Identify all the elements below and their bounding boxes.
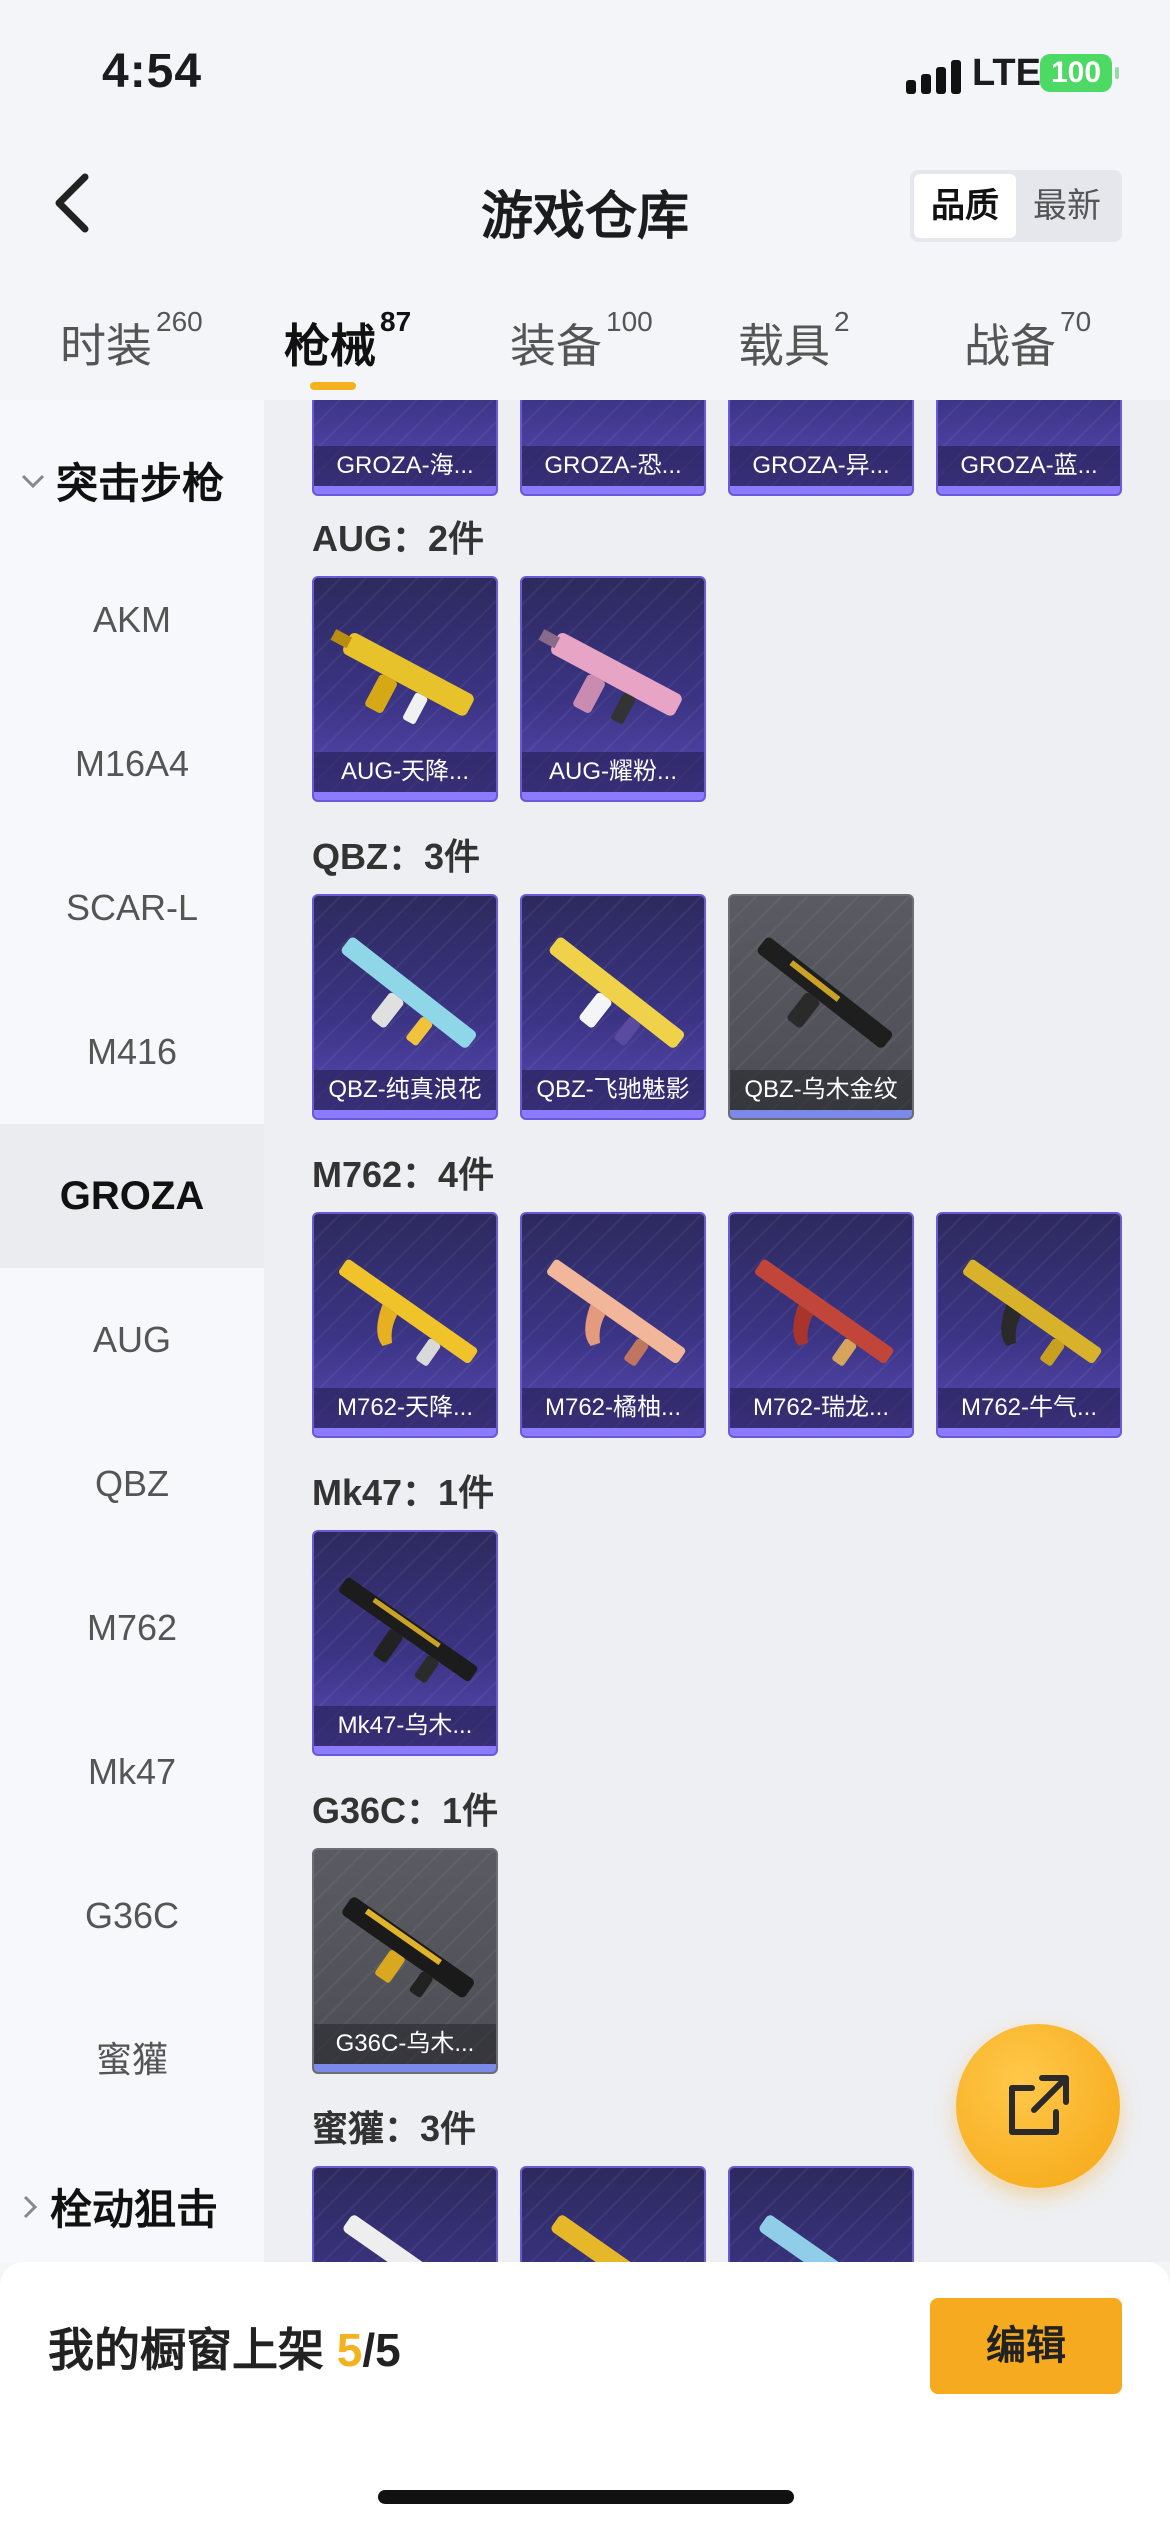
weapon-card[interactable]: M762-天降... — [312, 1212, 498, 1438]
section-label-mk47: Mk47：1件 — [312, 1472, 495, 1513]
rifle-icon — [759, 2215, 890, 2262]
sidebar-item-g36c[interactable]: G36C — [0, 1844, 264, 1988]
section-label-g36c: G36C：1件 — [312, 1790, 499, 1831]
weapon-card[interactable]: M762-牛气... — [936, 1212, 1122, 1438]
sidebar-item-qbz[interactable]: QBZ — [0, 1412, 264, 1556]
network-type: LTE — [972, 52, 1041, 94]
sidebar-item-groza[interactable]: GROZA — [0, 1124, 264, 1268]
weapon-card[interactable]: GROZA-海... — [312, 400, 498, 496]
weapon-card[interactable]: GROZA-恐... — [520, 400, 706, 496]
weapon-card[interactable]: QBZ-飞驰魅影 — [520, 894, 706, 1120]
weapon-card[interactable] — [520, 2166, 706, 2262]
rifle-icon — [339, 1259, 478, 1366]
sidebar-group-assault[interactable]: 突击步枪 — [20, 450, 224, 511]
weapon-card[interactable]: G36C-乌木... — [312, 1848, 498, 2074]
section-label-m762: M762：4件 — [312, 1154, 495, 1195]
section-label-aug: AUG：2件 — [312, 518, 485, 559]
sidebar-item-m16a4[interactable]: M16A4 — [0, 692, 264, 836]
weapon-card[interactable]: GROZA-异... — [728, 400, 914, 496]
home-indicator — [378, 2490, 794, 2504]
rifle-icon — [757, 937, 893, 1048]
rifle-icon — [341, 937, 477, 1048]
weapon-grid: GROZA-海... GROZA-恐... GROZA-异... GROZA-蓝… — [264, 400, 1170, 2262]
sidebar-item-akm[interactable]: AKM — [0, 548, 264, 692]
rifle-icon — [538, 629, 682, 724]
rifle-icon — [551, 2215, 682, 2262]
showcase-count: 5 — [336, 2324, 363, 2376]
active-tab-indicator — [310, 382, 356, 390]
weapon-card[interactable]: GROZA-蓝... — [936, 400, 1122, 496]
battery-icon: 100 — [1040, 54, 1119, 92]
rifle-icon — [342, 1897, 474, 1998]
sidebar-item-m762[interactable]: M762 — [0, 1556, 264, 1700]
chevron-down-icon — [21, 474, 45, 488]
signal-icon — [906, 58, 962, 94]
weapon-sidebar: 突击步枪 AKM M16A4 SCAR-L M416 GROZA AUG QBZ… — [0, 400, 264, 2262]
status-time: 4:54 — [102, 45, 203, 98]
sidebar-group-sniper[interactable]: 栓动狙击 — [20, 2176, 218, 2237]
weapon-card[interactable]: M762-瑞龙... — [728, 1212, 914, 1438]
sort-quality-button[interactable]: 品质 — [914, 174, 1016, 238]
weapon-card[interactable]: M762-橘柚... — [520, 1212, 706, 1438]
sidebar-item-aug[interactable]: AUG — [0, 1268, 264, 1412]
rifle-icon — [343, 2215, 474, 2262]
sidebar-item-mk47[interactable]: Mk47 — [0, 1700, 264, 1844]
sort-toggle: 品质 最新 — [910, 170, 1122, 242]
sidebar-item-scar-l[interactable]: SCAR-L — [0, 836, 264, 980]
weapon-card[interactable] — [312, 2166, 498, 2262]
weapon-card[interactable]: AUG-耀粉... — [520, 576, 706, 802]
sidebar-item-honey-badger[interactable]: 蜜獾 — [0, 1988, 264, 2132]
share-button[interactable] — [956, 2024, 1120, 2188]
weapon-card[interactable]: QBZ-乌木金纹 — [728, 894, 914, 1120]
rifle-icon — [547, 1259, 686, 1366]
tab-guns[interactable]: 枪械 87 — [284, 306, 411, 376]
rifle-icon — [963, 1259, 1102, 1366]
tab-supplies[interactable]: 战备 70 — [964, 306, 1091, 376]
sort-newest-button[interactable]: 最新 — [1016, 174, 1118, 238]
section-label-qbz: QBZ：3件 — [312, 836, 481, 877]
weapon-card[interactable] — [728, 2166, 914, 2262]
status-bar: 4:54 LTE 100 — [0, 0, 1170, 140]
sidebar-item-m416[interactable]: M416 — [0, 980, 264, 1124]
rifle-icon — [755, 1259, 894, 1366]
category-tabs: 时装 260 枪械 87 装备 100 载具 2 战备 70 — [0, 290, 1170, 400]
weapon-card[interactable]: AUG-天降... — [312, 576, 498, 802]
section-label-honey-badger: 蜜獾：3件 — [312, 2108, 477, 2149]
chevron-right-icon — [23, 2195, 38, 2218]
header: 游戏仓库 品质 最新 — [0, 140, 1170, 270]
tab-fashion[interactable]: 时装 260 — [60, 306, 203, 376]
tab-equipment[interactable]: 装备 100 — [510, 306, 653, 376]
share-icon — [1009, 2075, 1069, 2135]
edit-button[interactable]: 编辑 — [930, 2298, 1122, 2394]
weapon-card[interactable]: QBZ-纯真浪花 — [312, 894, 498, 1120]
weapon-card[interactable]: Mk47-乌木... — [312, 1530, 498, 1756]
rifle-icon — [330, 629, 474, 724]
rifle-icon — [339, 1577, 478, 1683]
tab-vehicles[interactable]: 载具 2 — [738, 306, 850, 376]
showcase-status: 我的橱窗上架 5/5 — [48, 2324, 401, 2376]
rifle-icon — [549, 937, 685, 1048]
